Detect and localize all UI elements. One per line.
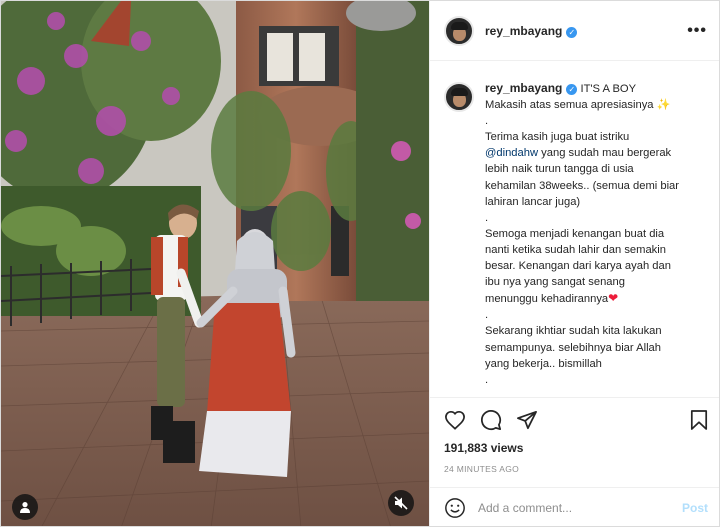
red-heart-icon: ❤ (608, 291, 619, 306)
view-count[interactable]: 191,883 views (444, 441, 708, 455)
caption-line: lebih naik turun tangga di usia (485, 163, 634, 176)
user-tag-icon (20, 502, 30, 513)
caption-row: rey_mbayang ✓ IT'S A BOY Makasih atas sem… (444, 80, 708, 388)
username-text[interactable]: rey_mbayang (485, 24, 562, 38)
caption-text: rey_mbayang ✓ IT'S A BOY Makasih atas sem… (485, 80, 707, 388)
share-icon (517, 410, 537, 430)
instagram-post: rey_mbayang ✓ ••• rey_mbayang ✓ IT'S A BOY… (0, 0, 720, 527)
caption-line: besar. Kenangan dari karya ayah dan (485, 260, 671, 273)
caption-line: . (485, 115, 489, 128)
bookmark-icon (690, 410, 708, 430)
caption-avatar[interactable] (444, 82, 474, 112)
comment-input[interactable] (478, 501, 668, 515)
caption-line: kehamilan 38weeks.. (semua demi biar (485, 179, 680, 192)
mention-link[interactable]: @dindahw (485, 147, 538, 159)
caption-line: Terima kasih juga buat istriku (485, 131, 630, 144)
comment-bar: Post (430, 487, 719, 526)
tagged-users-button[interactable] (12, 494, 38, 520)
verified-badge-icon: ✓ (566, 26, 578, 38)
caption-line: Makasih atas semua apresiasinya ✨ (485, 99, 671, 112)
save-button[interactable] (690, 409, 708, 431)
caption-line: . (485, 211, 489, 224)
like-button[interactable] (444, 410, 466, 430)
caption-line: menunggu kehadirannya❤ (485, 291, 619, 306)
caption-line: . (485, 373, 489, 386)
caption-line: . (485, 309, 489, 322)
smiley-icon[interactable] (444, 497, 466, 519)
post-header: rey_mbayang ✓ ••• (430, 1, 719, 61)
caption-line: @dindahw yang sudah mau bergerak (485, 147, 672, 160)
comment-icon (481, 410, 502, 431)
comment-button[interactable] (480, 409, 502, 431)
action-icons (444, 398, 708, 442)
post-video[interactable] (1, 1, 429, 526)
avatar[interactable] (444, 15, 474, 46)
caption-area: rey_mbayang ✓ IT'S A BOY Makasih atas sem… (430, 62, 719, 397)
caption-line: yang bekerja.. bismillah (485, 357, 602, 370)
share-button[interactable] (516, 410, 538, 430)
video-frame-image (1, 1, 429, 526)
verified-badge-icon: ✓ (566, 84, 578, 95)
post-timestamp[interactable]: 24 MINUTES AGO (444, 464, 708, 474)
caption-line: nanti ketika sudah lahir dan semakin (485, 243, 666, 256)
heart-icon (445, 410, 465, 430)
caption-line: Sekarang ikhtiar sudah kita lakukan (485, 325, 662, 338)
post-comment-button[interactable]: Post (682, 501, 708, 515)
sparkle-icon: ✨ (656, 99, 671, 112)
action-bar: 191,883 views 24 MINUTES AGO (430, 397, 719, 487)
more-options-icon[interactable]: ••• (687, 22, 707, 40)
caption-line: ibu nya yang sangat senang (485, 276, 625, 289)
caption-title: IT'S A BOY (580, 83, 637, 95)
caption-line-0: rey_mbayang ✓ IT'S A BOY (485, 80, 707, 97)
username-link[interactable]: rey_mbayang ✓ (485, 24, 578, 38)
mute-toggle-button[interactable] (388, 490, 414, 516)
caption-line: lahiran lancar juga) (485, 195, 581, 208)
caption-username[interactable]: rey_mbayang (485, 81, 562, 95)
caption-line: Semoga menjadi kenangan buat dia (485, 227, 665, 240)
post-details-panel: rey_mbayang ✓ ••• rey_mbayang ✓ IT'S A BOY… (429, 1, 719, 526)
muted-speaker-icon (394, 496, 408, 510)
caption-line: semampunya. selebihnya biar Allah (485, 341, 661, 354)
